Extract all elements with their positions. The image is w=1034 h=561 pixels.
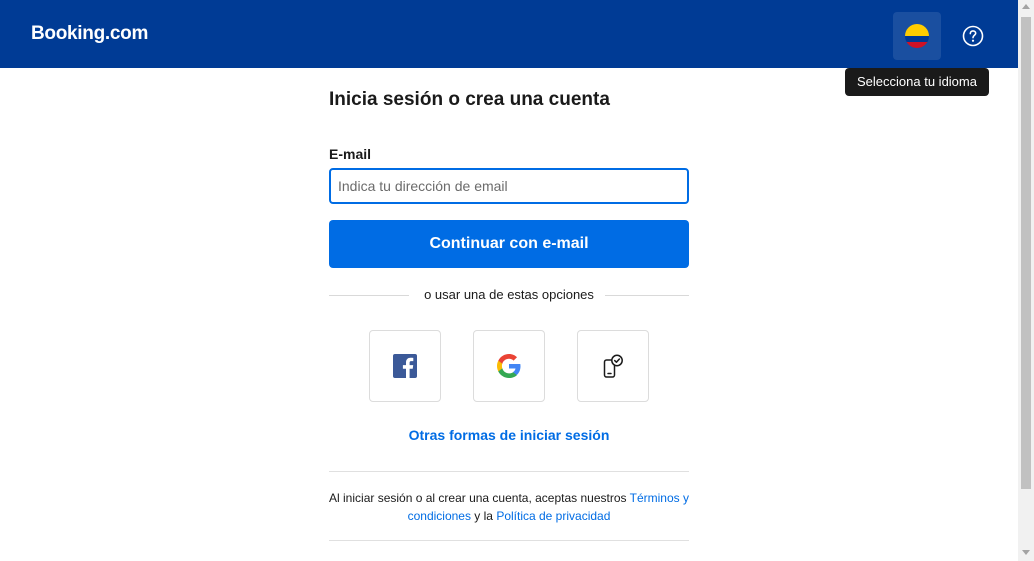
- scroll-thumb[interactable]: [1021, 17, 1031, 489]
- terms-prefix: Al iniciar sesión o al crear una cuenta,…: [329, 491, 630, 505]
- scroll-up-arrow-icon[interactable]: [1022, 4, 1030, 9]
- scroll-down-arrow-icon[interactable]: [1022, 550, 1030, 555]
- facebook-icon: [393, 354, 417, 378]
- divider: [329, 471, 689, 472]
- terms-connector: y la: [470, 509, 497, 523]
- divider-text: o usar una de estas opciones: [416, 287, 602, 302]
- other-signin-options-link[interactable]: Otras formas de iniciar sesión: [329, 427, 689, 443]
- language-button[interactable]: [893, 12, 941, 60]
- colombia-flag-icon: [905, 24, 929, 48]
- booking-logo[interactable]: Booking.com: [31, 23, 148, 45]
- language-tooltip: Selecciona tu idioma: [845, 68, 989, 96]
- header-bar: Booking.com: [0, 0, 1018, 68]
- continue-with-email-button[interactable]: Continuar con e-mail: [329, 220, 689, 268]
- question-circle-icon: [962, 25, 984, 47]
- privacy-policy-link[interactable]: Política de privacidad: [496, 509, 610, 523]
- help-button[interactable]: [949, 12, 997, 60]
- divider: [329, 540, 689, 541]
- device-signin-button[interactable]: [577, 330, 649, 402]
- options-divider: o usar una de estas opciones: [329, 286, 689, 304]
- page-title: Inicia sesión o crea una cuenta: [329, 89, 610, 110]
- google-icon: [497, 354, 521, 378]
- terms-text: Al iniciar sesión o al crear una cuenta,…: [329, 489, 689, 525]
- email-label: E-mail: [329, 146, 372, 162]
- google-signin-button[interactable]: [473, 330, 545, 402]
- facebook-signin-button[interactable]: [369, 330, 441, 402]
- phone-check-icon: [603, 354, 623, 378]
- email-field[interactable]: [329, 168, 689, 204]
- vertical-scrollbar[interactable]: [1018, 0, 1034, 561]
